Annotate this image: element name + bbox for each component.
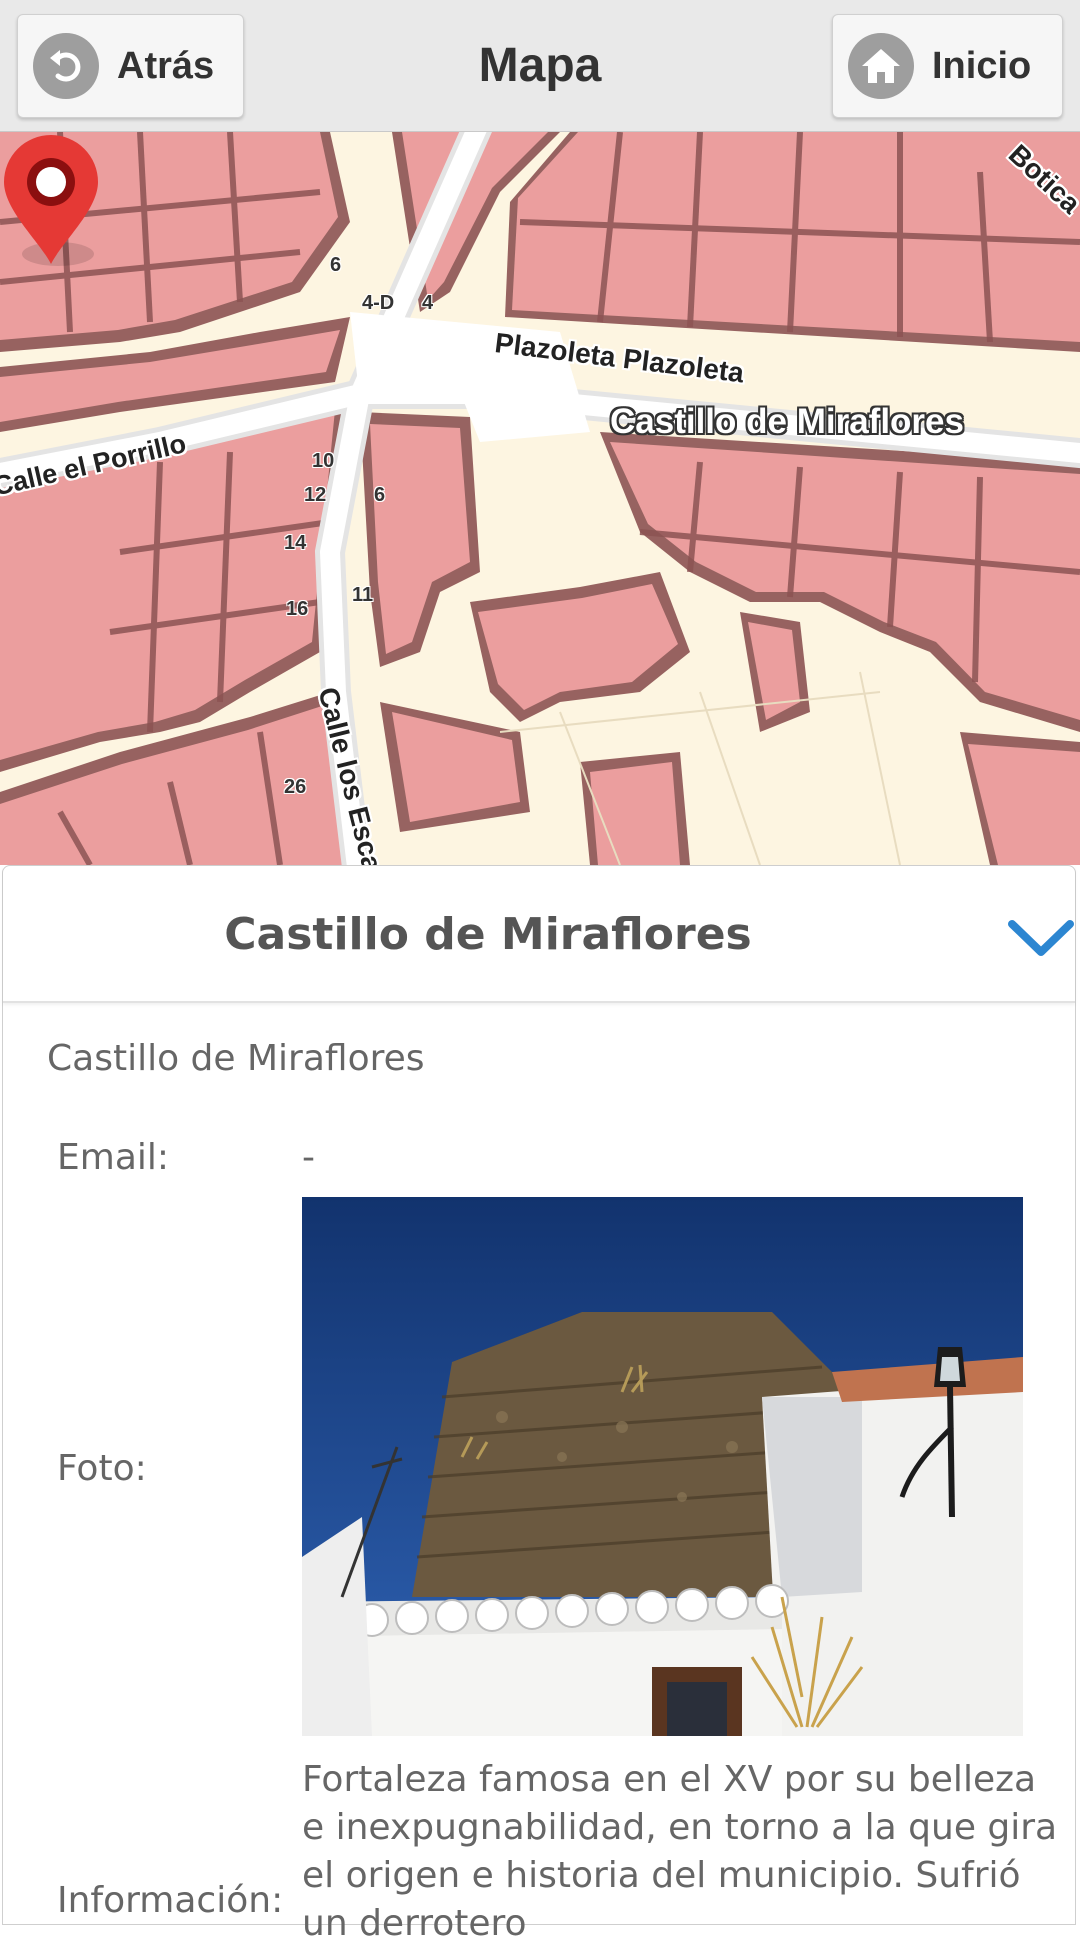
info-text: Fortaleza famosa en el XV por su belleza… bbox=[302, 1759, 1058, 1944]
map-pin-icon[interactable] bbox=[0, 132, 102, 272]
home-button[interactable]: Inicio bbox=[832, 14, 1063, 118]
house-number: 14 bbox=[284, 532, 307, 554]
house-number: 11 bbox=[352, 584, 374, 606]
map-view[interactable]: Plazoleta Plazoleta Calle el Porrillo Ca… bbox=[0, 132, 1080, 865]
home-button-label: Inicio bbox=[932, 44, 1032, 87]
back-button-label: Atrás bbox=[117, 44, 215, 87]
map-tiles bbox=[0, 132, 1080, 865]
place-name: Castillo de Miraflores bbox=[47, 1038, 425, 1079]
email-value: - bbox=[302, 1137, 315, 1178]
photo-label: Foto: bbox=[57, 1448, 147, 1489]
house-number: 26 bbox=[284, 776, 307, 798]
house-number: 6 bbox=[330, 254, 342, 276]
house-number: 6 bbox=[374, 484, 386, 506]
poi-label: Castillo de Miraflores bbox=[610, 402, 964, 441]
house-number: 16 bbox=[286, 598, 309, 620]
info-label: Información: bbox=[57, 1880, 284, 1921]
panel-header[interactable]: Castillo de Miraflores bbox=[3, 866, 1075, 1003]
house-number: 4-D bbox=[362, 292, 395, 314]
castle-photo[interactable] bbox=[302, 1197, 1023, 1736]
email-label: Email: bbox=[57, 1137, 170, 1178]
house-number: 4 bbox=[422, 292, 434, 314]
house-number: 10 bbox=[312, 450, 335, 472]
top-bar: Atrás Mapa Inicio bbox=[0, 0, 1080, 132]
back-arrow-icon bbox=[33, 33, 99, 99]
chevron-down-icon[interactable] bbox=[1006, 916, 1076, 960]
house-number: 12 bbox=[304, 484, 327, 506]
panel-title: Castillo de Miraflores bbox=[224, 909, 752, 960]
home-icon bbox=[848, 33, 914, 99]
back-button[interactable]: Atrás bbox=[17, 14, 244, 118]
